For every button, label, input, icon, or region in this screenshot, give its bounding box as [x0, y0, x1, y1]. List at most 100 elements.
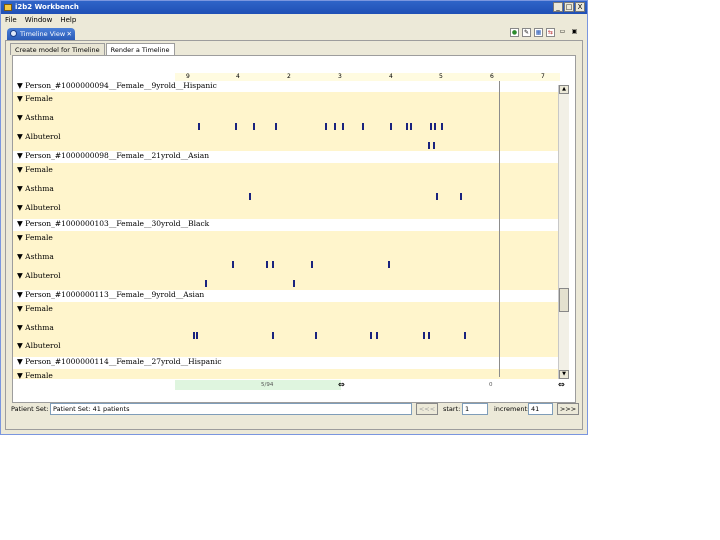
- previous-page-button[interactable]: <<<: [416, 403, 438, 415]
- workbench-window: i2b2 Workbench _ □ X File Window Help Ti…: [0, 0, 588, 435]
- person-row[interactable]: ▼ Person_#1000000114__Female__27yrold__H…: [17, 357, 222, 367]
- event-mark[interactable]: [390, 123, 392, 130]
- event-mark[interactable]: [232, 261, 234, 268]
- next-page-button[interactable]: >>>: [557, 403, 579, 415]
- axis-tick: 6: [490, 73, 494, 80]
- axis-tick: 7: [541, 73, 545, 80]
- event-mark[interactable]: [430, 123, 432, 130]
- event-mark[interactable]: [253, 123, 255, 130]
- event-mark[interactable]: [315, 332, 317, 339]
- tab-render-timeline[interactable]: Render a Timeline: [105, 43, 175, 55]
- event-mark[interactable]: [249, 193, 251, 200]
- patient-set-label: Patient Set:: [11, 405, 49, 413]
- maximize-button[interactable]: □: [564, 2, 574, 12]
- event-mark[interactable]: [311, 261, 313, 268]
- event-mark[interactable]: [266, 261, 268, 268]
- concept-row[interactable]: ▼ Female: [17, 371, 53, 381]
- close-tab-icon[interactable]: ✕: [67, 28, 72, 40]
- patient-set-field[interactable]: Patient Set: 41 patients: [50, 403, 412, 415]
- event-mark[interactable]: [196, 332, 198, 339]
- axis-tick: 4: [389, 73, 393, 80]
- event-mark[interactable]: [370, 332, 372, 339]
- minimize-icon[interactable]: ▭: [558, 28, 567, 37]
- person-row[interactable]: ▼ Person_#1000000103__Female__30yrold__B…: [17, 219, 209, 229]
- concept-row[interactable]: ▼ Albuterol: [17, 132, 61, 142]
- concept-row[interactable]: ▼ Asthma: [17, 252, 54, 262]
- concept-row[interactable]: ▼ Female: [17, 304, 53, 314]
- maximize-icon[interactable]: ▣: [570, 28, 579, 37]
- event-mark[interactable]: [433, 142, 435, 149]
- menu-help[interactable]: Help: [60, 14, 76, 26]
- time-scroller-right-label: 0: [489, 382, 493, 388]
- event-mark[interactable]: [193, 332, 195, 339]
- left-resize-handle-icon[interactable]: ⇔: [338, 380, 345, 390]
- minimize-button[interactable]: _: [553, 2, 563, 12]
- event-mark[interactable]: [198, 123, 200, 130]
- event-mark[interactable]: [235, 123, 237, 130]
- patient-set-bar: Patient Set: Patient Set: 41 patients <<…: [7, 402, 581, 416]
- start-field[interactable]: 1: [462, 403, 488, 415]
- event-mark[interactable]: [428, 332, 430, 339]
- settings-icon[interactable]: ✎: [522, 28, 531, 37]
- event-mark[interactable]: [410, 123, 412, 130]
- event-mark[interactable]: [362, 123, 364, 130]
- view-toolbar: ● ✎ ▦ ⇆ ▭ ▣: [510, 28, 579, 37]
- export-icon[interactable]: ⇆: [546, 28, 555, 37]
- event-mark[interactable]: [275, 123, 277, 130]
- scroll-up-icon[interactable]: ▲: [559, 85, 569, 94]
- person-band: [13, 163, 558, 219]
- scroll-thumb[interactable]: [559, 288, 569, 312]
- title-bar[interactable]: i2b2 Workbench _ □ X: [1, 1, 587, 14]
- event-mark[interactable]: [272, 261, 274, 268]
- layout-icon[interactable]: ▦: [534, 28, 543, 37]
- event-mark[interactable]: [436, 193, 438, 200]
- concept-row[interactable]: ▼ Asthma: [17, 323, 54, 333]
- tab-timeline-view[interactable]: Timeline View ✕: [7, 28, 75, 40]
- tab-create-model[interactable]: Create model for Timeline: [10, 43, 105, 55]
- view-bar: Timeline View ✕ ● ✎ ▦ ⇆ ▭ ▣: [5, 28, 583, 40]
- event-mark[interactable]: [406, 123, 408, 130]
- concept-row[interactable]: ▼ Asthma: [17, 184, 54, 194]
- person-row[interactable]: ▼ Person_#1000000094__Female__9yrold__Hi…: [17, 81, 217, 91]
- time-scroller[interactable]: 5/94 ⇔ 0 ⇔: [175, 380, 569, 390]
- event-mark[interactable]: [293, 280, 295, 287]
- person-row[interactable]: ▼ Person_#1000000098__Female__21yrold__A…: [17, 151, 209, 161]
- person-band: [13, 92, 558, 151]
- event-mark[interactable]: [376, 332, 378, 339]
- start-label: start:: [443, 405, 461, 413]
- event-mark[interactable]: [342, 123, 344, 130]
- scroll-down-icon[interactable]: ▼: [559, 370, 569, 379]
- event-mark[interactable]: [434, 123, 436, 130]
- axis-tick: 9: [186, 73, 190, 80]
- concept-row[interactable]: ▼ Albuterol: [17, 271, 61, 281]
- event-mark[interactable]: [388, 261, 390, 268]
- event-mark[interactable]: [441, 123, 443, 130]
- event-mark[interactable]: [460, 193, 462, 200]
- right-resize-handle-icon[interactable]: ⇔: [558, 380, 565, 390]
- menu-window[interactable]: Window: [25, 14, 53, 26]
- menu-file[interactable]: File: [5, 14, 17, 26]
- tab-timeline-view-label: Timeline View: [20, 30, 66, 38]
- concept-row[interactable]: ▼ Asthma: [17, 113, 54, 123]
- event-mark[interactable]: [325, 123, 327, 130]
- time-axis: [175, 73, 560, 81]
- event-mark[interactable]: [334, 123, 336, 130]
- current-time-line[interactable]: [499, 81, 500, 377]
- concept-row[interactable]: ▼ Female: [17, 233, 53, 243]
- increment-label: increment:: [494, 405, 530, 413]
- person-row[interactable]: ▼ Person_#1000000113__Female__9yrold__As…: [17, 290, 204, 300]
- time-scroller-left-label: 5/94: [261, 382, 274, 388]
- event-mark[interactable]: [205, 280, 207, 287]
- refresh-icon[interactable]: ●: [510, 28, 519, 37]
- vertical-scrollbar[interactable]: ▲ ▼: [558, 85, 569, 379]
- event-mark[interactable]: [464, 332, 466, 339]
- event-mark[interactable]: [272, 332, 274, 339]
- increment-field[interactable]: 41: [528, 403, 553, 415]
- event-mark[interactable]: [428, 142, 430, 149]
- event-mark[interactable]: [423, 332, 425, 339]
- concept-row[interactable]: ▼ Female: [17, 165, 53, 175]
- close-button[interactable]: X: [575, 2, 585, 12]
- concept-row[interactable]: ▼ Albuterol: [17, 203, 61, 213]
- concept-row[interactable]: ▼ Albuterol: [17, 341, 61, 351]
- concept-row[interactable]: ▼ Female: [17, 94, 53, 104]
